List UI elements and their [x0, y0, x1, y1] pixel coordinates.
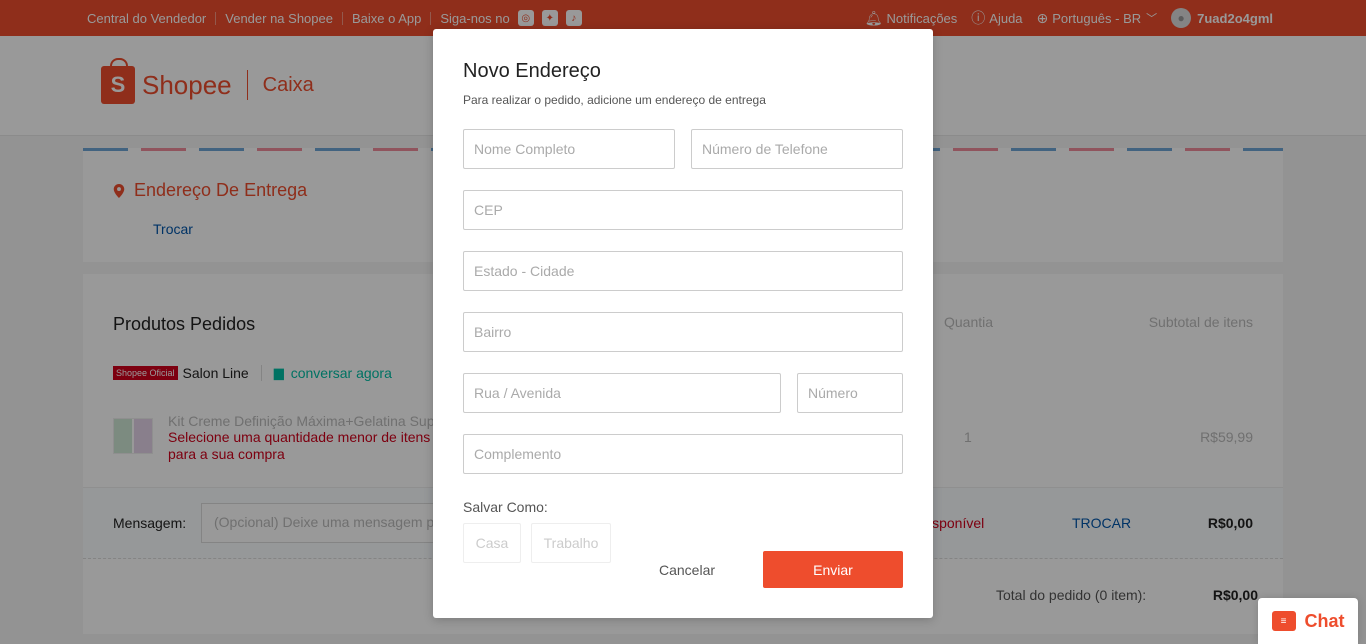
street-input[interactable] — [463, 373, 781, 413]
full-name-input[interactable] — [463, 129, 675, 169]
modal-title: Novo Endereço — [463, 60, 601, 82]
district-input[interactable] — [463, 312, 903, 352]
chat-widget-button[interactable]: ≡ Chat — [1258, 598, 1358, 644]
save-as-work-option[interactable]: Trabalho — [531, 523, 611, 563]
chat-icon: ≡ — [1271, 611, 1296, 631]
new-address-modal: Novo Endereço Para realizar o pedido, ad… — [433, 29, 933, 618]
modal-subtitle: Para realizar o pedido, adicione um ende… — [463, 93, 766, 107]
save-as-home-option[interactable]: Casa — [463, 523, 521, 563]
number-input[interactable] — [797, 373, 903, 413]
save-as-label: Salvar Como: — [463, 499, 548, 515]
cep-input[interactable] — [463, 190, 903, 230]
submit-button[interactable]: Enviar — [763, 551, 903, 588]
state-city-input[interactable] — [463, 251, 903, 291]
complement-input[interactable] — [463, 434, 903, 474]
phone-input[interactable] — [691, 129, 903, 169]
chat-widget-label: Chat — [1304, 610, 1345, 631]
cancel-button[interactable]: Cancelar — [645, 551, 729, 588]
